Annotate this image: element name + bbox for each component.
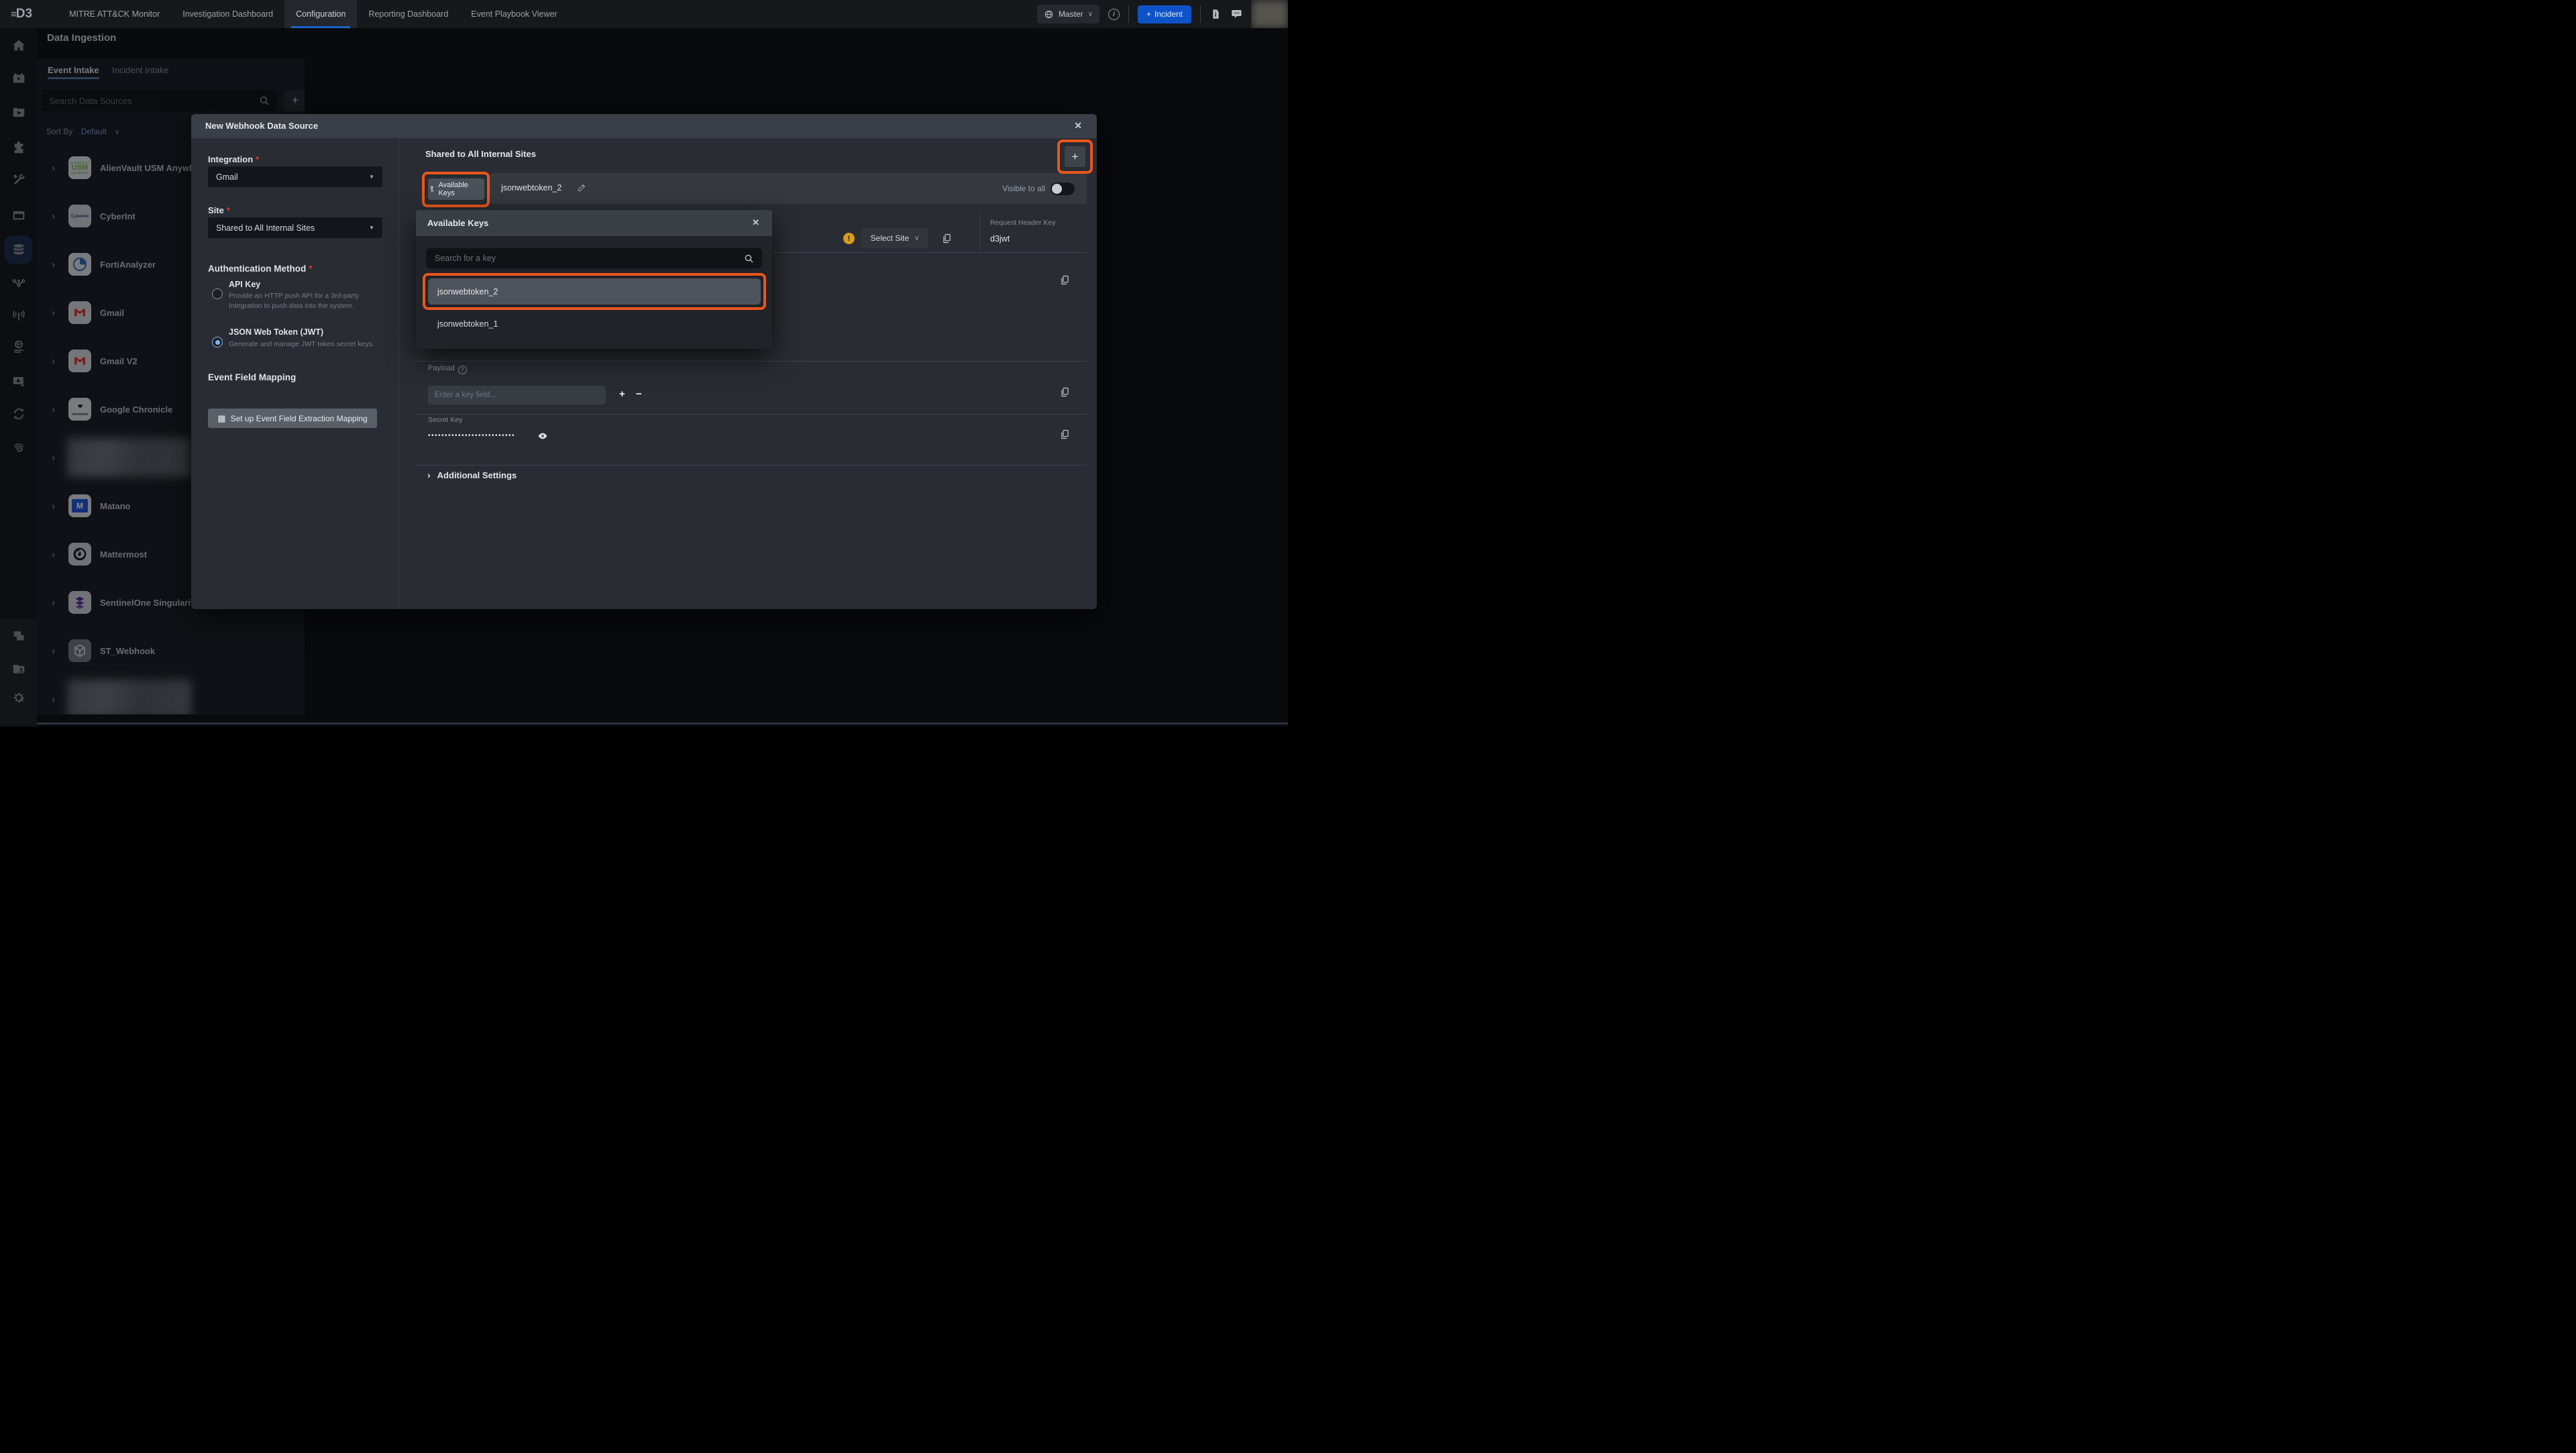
nav-item-event-playbook-viewer[interactable]: Event Playbook Viewer (460, 0, 568, 28)
annotation-box-selected-key (423, 273, 766, 310)
nav-menu: MITRE ATT&CK Monitor Investigation Dashb… (58, 0, 569, 28)
required-asterisk: * (227, 205, 230, 215)
annotation-box-available-keys (422, 172, 490, 207)
table-icon: ▦ (217, 413, 225, 424)
close-icon[interactable]: ✕ (1074, 120, 1082, 131)
d3-logo: ≡ D3 (11, 7, 32, 21)
secret-key-masked-value: •••••••••••••••••••••••••• (428, 432, 515, 439)
section-divider (416, 465, 1087, 466)
chevron-down-icon: ∨ (1088, 11, 1093, 18)
app-root: ≡ D3 MITRE ATT&CK Monitor Investigation … (0, 0, 1288, 726)
globe-icon (1044, 9, 1054, 19)
visible-to-all-label: Visible to all (1002, 184, 1045, 193)
annotation-box-add-key (1057, 140, 1093, 174)
section-divider (416, 361, 1087, 362)
available-keys-popup: Available Keys ✕ jsonwebtoken_2 jsonwebt… (416, 210, 772, 349)
key-item-jsonwebtoken-1[interactable]: jsonwebtoken_1 (437, 319, 498, 329)
api-key-option-desc: Provide an HTTP push API for a 3rd-party… (229, 291, 382, 311)
close-icon[interactable]: ✕ (752, 217, 759, 228)
nav-right-controls: Master ∨ i + Incident (1037, 0, 1288, 28)
nav-item-reporting-dashboard[interactable]: Reporting Dashboard (357, 0, 460, 28)
chevron-down-icon: ∨ (914, 235, 919, 242)
copy-icon[interactable] (1059, 274, 1071, 286)
copy-icon[interactable] (1059, 386, 1071, 398)
api-key-option-title[interactable]: API Key (229, 280, 260, 289)
api-key-radio[interactable] (212, 288, 223, 299)
site-scope-value: Master (1059, 9, 1083, 19)
edit-pencil-icon[interactable] (577, 182, 587, 193)
select-site-dropdown[interactable]: Select Site ∨ (861, 228, 928, 248)
popup-title: Available Keys (427, 218, 488, 228)
popup-header: Available Keys ✕ (416, 210, 772, 236)
jwt-radio[interactable] (212, 337, 223, 347)
add-field-button[interactable]: + (619, 388, 625, 400)
key-search-input[interactable] (426, 248, 762, 268)
search-icon (743, 253, 755, 264)
chat-icon[interactable] (1230, 8, 1242, 20)
jwt-option-title[interactable]: JSON Web Token (JWT) (229, 327, 323, 337)
release-notes-icon[interactable] (1210, 8, 1222, 20)
section-divider (416, 414, 1087, 415)
show-secret-eye-icon[interactable] (537, 431, 548, 441)
integration-label: Integration* (208, 154, 259, 164)
secret-key-label: Secret Key (428, 416, 462, 424)
request-header-key-value: d3jwt (990, 234, 1010, 244)
popup-body: jsonwebtoken_2 jsonwebtoken_1 (416, 236, 772, 349)
auth-method-label: Authentication Method* (208, 264, 313, 274)
required-asterisk: * (256, 154, 259, 164)
event-field-mapping-heading: Event Field Mapping (208, 372, 296, 382)
nav-item-investigation-dashboard[interactable]: Investigation Dashboard (171, 0, 284, 28)
warning-icon: ! (843, 233, 855, 244)
copy-icon[interactable] (1059, 428, 1071, 441)
site-label: Site* (208, 205, 230, 215)
token-tab-bar: jsonwebtoken_2 Visible to all (490, 173, 1087, 204)
required-asterisk: * (309, 264, 312, 274)
payload-label: Payload? (428, 364, 467, 374)
top-navbar: ≡ D3 MITRE ATT&CK Monitor Investigation … (0, 0, 1288, 28)
jwt-option-desc: Generate and manage JWT token secret key… (229, 339, 403, 349)
new-incident-button[interactable]: + Incident (1138, 5, 1191, 23)
toggle-knob (1052, 184, 1062, 194)
user-avatar[interactable] (1251, 0, 1288, 28)
new-webhook-data-source-modal: New Webhook Data Source ✕ Integration* G… (191, 114, 1097, 609)
nav-item-mitre-attck-monitor[interactable]: MITRE ATT&CK Monitor (58, 0, 171, 28)
site-select[interactable]: Shared to All Internal Sites ▼ (208, 217, 382, 238)
site-scope-dropdown[interactable]: Master ∨ (1037, 5, 1099, 23)
remove-field-button[interactable]: − (636, 388, 642, 400)
request-header-key-label: Request Header Key (990, 219, 1055, 227)
token-tab-jsonwebtoken-2[interactable]: jsonwebtoken_2 (501, 183, 561, 193)
help-icon[interactable]: ? (458, 366, 467, 374)
column-divider (979, 213, 980, 251)
plus-icon: + (1146, 9, 1151, 19)
payload-key-field-input[interactable] (428, 386, 606, 405)
chevron-right-icon: › (427, 470, 431, 480)
copy-icon[interactable] (941, 232, 953, 245)
d3-logo-icon: ≡ (11, 9, 15, 20)
modal-title: New Webhook Data Source (205, 121, 318, 131)
avatar-blurred-image (1251, 0, 1288, 28)
nav-item-configuration[interactable]: Configuration (284, 0, 357, 28)
modal-header: New Webhook Data Source ✕ (191, 114, 1097, 138)
divider (1128, 5, 1129, 23)
additional-settings-toggle[interactable]: › Additional Settings (427, 470, 517, 480)
caret-down-icon: ▼ (369, 174, 374, 180)
setup-field-extraction-button[interactable]: ▦ Set up Event Field Extraction Mapping (208, 409, 377, 428)
integration-select[interactable]: Gmail ▼ (208, 166, 382, 187)
info-icon[interactable]: i (1108, 9, 1120, 20)
divider (1200, 5, 1201, 23)
shared-sites-heading: Shared to All Internal Sites (425, 149, 536, 159)
visible-to-all-toggle[interactable] (1051, 182, 1075, 195)
modal-left-column: Integration* Gmail ▼ Site* Shared to All… (191, 138, 399, 609)
caret-down-icon: ▼ (369, 225, 374, 231)
